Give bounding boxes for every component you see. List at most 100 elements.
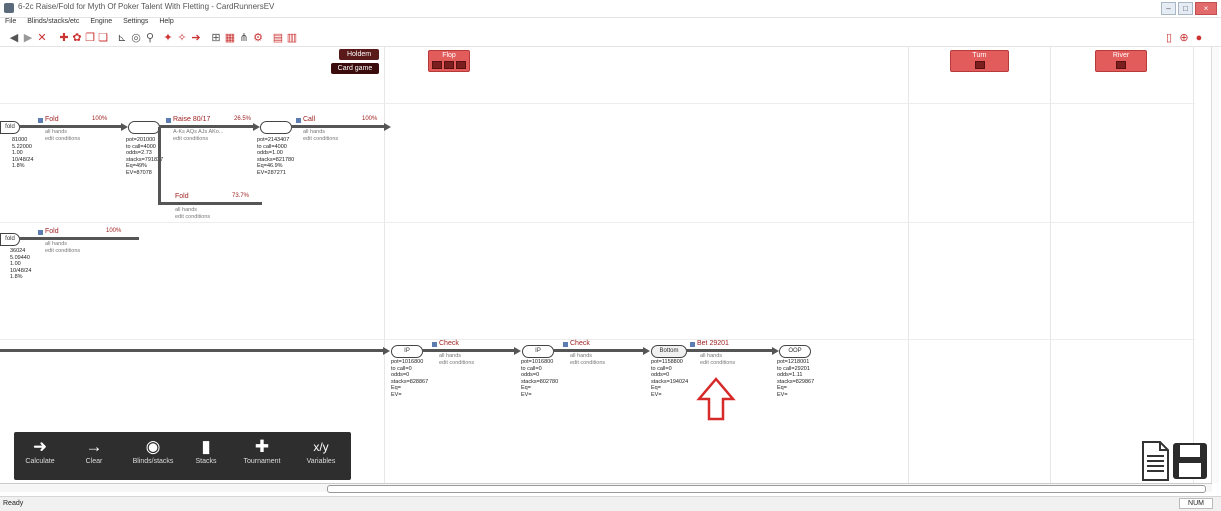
edge-range[interactable]: all hands	[45, 129, 67, 136]
edge-label[interactable]: Fold	[175, 193, 189, 200]
edge-label[interactable]: Raise 80/17	[173, 116, 210, 123]
edge-label[interactable]: Check	[570, 340, 590, 347]
tree-canvas[interactable]: Holdem Card game Flop Turn River fold Fo…	[0, 47, 1221, 483]
arrow-icon	[384, 123, 391, 131]
row-divider	[0, 339, 1195, 340]
river-cards	[1096, 61, 1146, 69]
column-divider	[1193, 47, 1194, 483]
gear-icon[interactable]: ⚙	[252, 32, 264, 44]
branch-icon[interactable]: ⋔	[238, 32, 250, 44]
edge-label[interactable]: Call	[303, 116, 315, 123]
edge-range[interactable]: all hands	[570, 353, 592, 360]
edge-range[interactable]: all hands	[439, 353, 461, 360]
annotation-arrow-icon	[696, 377, 736, 421]
street-river[interactable]: River	[1095, 50, 1147, 72]
scrollbar-thumb[interactable]	[327, 485, 1206, 493]
export-icon[interactable]: ▥	[286, 32, 298, 44]
copy-icon[interactable]: ❐	[84, 32, 96, 44]
save-icon[interactable]	[1172, 441, 1208, 481]
table-icon[interactable]: ▦	[224, 32, 236, 44]
zoom-icon[interactable]: ⊕	[1178, 32, 1190, 44]
tree-icon[interactable]: ⊞	[210, 32, 222, 44]
edge-expand-icon[interactable]	[432, 342, 437, 347]
menu-help[interactable]: Help	[159, 18, 173, 25]
close-icon[interactable]: ×	[1195, 2, 1217, 15]
street-flop[interactable]: Flop	[428, 50, 470, 72]
street-preflop-top[interactable]: Holdem	[339, 49, 379, 60]
arrow-icon	[643, 347, 650, 355]
edge-conditions[interactable]: edit conditions	[700, 360, 735, 367]
vertical-scrollbar[interactable]	[1211, 47, 1219, 483]
street-turn-label: Turn	[972, 52, 987, 59]
collapse-icon[interactable]: ✧	[176, 32, 188, 44]
back-icon[interactable]: ◀	[8, 32, 20, 44]
edge-expand-icon[interactable]	[296, 118, 301, 123]
delete-icon[interactable]: ✕	[36, 32, 48, 44]
edge-expand-icon[interactable]	[690, 342, 695, 347]
help-icon[interactable]: ●	[1193, 32, 1205, 44]
menu-settings[interactable]: Settings	[123, 18, 148, 25]
arrow-icon	[772, 347, 779, 355]
calculate-arrow-icon: ➜	[32, 437, 48, 456]
stacks-button[interactable]: ▮ Stacks	[182, 436, 230, 476]
edge-percent: 100%	[92, 116, 108, 122]
tree-node-selected[interactable]: Bottom	[651, 345, 687, 358]
edge-expand-icon[interactable]	[38, 118, 43, 123]
edge-range[interactable]: all hands	[175, 207, 197, 214]
tree-node[interactable]: OOP	[779, 345, 811, 358]
tree-edge	[19, 125, 123, 128]
paste-icon[interactable]: ❏	[97, 32, 109, 44]
tree-node[interactable]: fold	[0, 121, 20, 134]
edge-conditions[interactable]: edit conditions	[175, 214, 210, 221]
clear-button[interactable]: → Clear	[70, 436, 118, 476]
tree-node[interactable]: IP	[522, 345, 554, 358]
flop-cards	[429, 61, 469, 69]
blinds-stacks-button[interactable]: ◉ Blinds/stacks	[129, 436, 177, 476]
street-turn[interactable]: Turn	[950, 50, 1009, 72]
edge-conditions[interactable]: edit conditions	[570, 360, 605, 367]
edge-range[interactable]: all hands	[303, 129, 325, 136]
link-icon[interactable]: ⚲	[144, 32, 156, 44]
tree-node[interactable]: fold	[0, 233, 20, 246]
tree-edge	[291, 125, 385, 128]
document-icon[interactable]: ▯	[1163, 32, 1175, 44]
edge-range[interactable]: A-Ks AQs AJs AKo...	[173, 129, 223, 136]
edge-label[interactable]: Check	[439, 340, 459, 347]
menu-file[interactable]: File	[5, 18, 16, 25]
edge-expand-icon[interactable]	[563, 342, 568, 347]
variables-button[interactable]: x/y Variables	[297, 436, 345, 476]
edge-conditions[interactable]: edit conditions	[173, 136, 208, 143]
forward-icon[interactable]: ▶	[22, 32, 34, 44]
settings-icon[interactable]: ✿	[71, 32, 83, 44]
edge-range[interactable]: all hands	[45, 241, 67, 248]
menu-engine[interactable]: Engine	[90, 18, 112, 25]
street-preflop-bottom[interactable]: Card game	[331, 63, 379, 74]
tree-node[interactable]: IP	[391, 345, 423, 358]
menu-blinds-stacks[interactable]: Blinds/stacks/etc	[27, 18, 79, 25]
edge-range[interactable]: all hands	[700, 353, 722, 360]
next-icon[interactable]: ➔	[190, 32, 202, 44]
tournament-button[interactable]: ✚ Tournament	[238, 436, 286, 476]
target-icon[interactable]: ◎	[130, 32, 142, 44]
calculate-button[interactable]: ➜ Calculate	[16, 436, 64, 476]
chart-icon[interactable]: ⊾	[116, 32, 128, 44]
edge-conditions[interactable]: edit conditions	[439, 360, 474, 367]
tree-node[interactable]	[128, 121, 160, 134]
edge-conditions[interactable]: edit conditions	[45, 248, 80, 255]
edge-conditions[interactable]: edit conditions	[45, 136, 80, 143]
edge-conditions[interactable]: edit conditions	[303, 136, 338, 143]
report-icon[interactable]: ▤	[272, 32, 284, 44]
column-divider	[384, 47, 385, 483]
edge-expand-icon[interactable]	[166, 118, 171, 123]
edge-expand-icon[interactable]	[38, 230, 43, 235]
edge-label[interactable]: Bet 29201	[697, 340, 729, 347]
edge-label[interactable]: Fold	[45, 228, 59, 235]
expand-icon[interactable]: ✦	[162, 32, 174, 44]
edge-label[interactable]: Fold	[45, 116, 59, 123]
horizontal-scrollbar[interactable]	[0, 483, 1212, 493]
minimize-icon[interactable]: –	[1161, 2, 1176, 15]
maximize-icon[interactable]: □	[1178, 2, 1193, 15]
add-node-icon[interactable]: ✚	[58, 32, 70, 44]
tree-edge	[158, 127, 161, 205]
tree-node[interactable]	[260, 121, 292, 134]
